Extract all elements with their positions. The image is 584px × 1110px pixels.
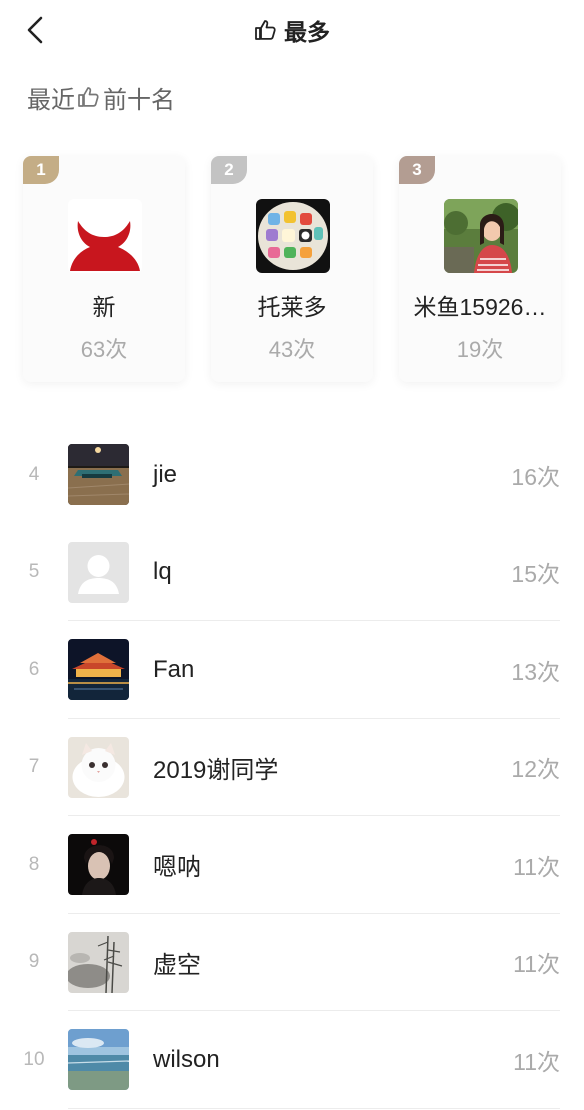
rank-number: 7: [28, 756, 40, 778]
podium-card-3[interactable]: 3 米鱼15926… 19次: [399, 156, 561, 382]
list-item-name: jie: [153, 460, 178, 488]
list-item-name: Fan: [153, 655, 195, 683]
section-title: 最近 前十名: [27, 80, 175, 114]
podium-name: 新: [92, 294, 116, 320]
section-title-suffix: 前十名: [103, 86, 175, 114]
avatar: [68, 736, 129, 798]
divider: [68, 1107, 560, 1109]
list-item-name: 2019谢同学: [153, 756, 279, 784]
list-item[interactable]: 8 嗯呐 11次: [0, 816, 584, 914]
header-bar: 最多: [0, 0, 584, 60]
list-item[interactable]: 5 lq 15次: [0, 524, 584, 621]
top-three-podium: 1 新 63次 2 托莱多 43次 3 米鱼15926… 19次: [0, 156, 584, 386]
rank-number: 9: [28, 951, 40, 973]
section-title-prefix: 最近: [27, 86, 75, 114]
list-item-name: wilson: [153, 1045, 220, 1073]
thumbs-up-icon: [78, 87, 99, 107]
avatar: [68, 834, 129, 895]
list-item-name: 嗯呐: [153, 854, 201, 882]
list-item-count: 12次: [511, 756, 560, 783]
list-item-count: 16次: [511, 463, 560, 490]
rank-number: 10: [23, 1048, 45, 1070]
podium-count: 19次: [456, 337, 504, 362]
list-item-count: 15次: [511, 561, 560, 588]
page-title: 最多: [0, 14, 584, 46]
list-item-count: 11次: [513, 951, 560, 978]
avatar: [68, 639, 129, 700]
rank-number: 6: [28, 658, 40, 680]
podium-count: 63次: [80, 337, 128, 362]
rank-badge: 2: [211, 156, 247, 184]
list-item-name: 虚空: [153, 951, 201, 979]
avatar: [68, 199, 142, 273]
podium-name: 米鱼15926…: [413, 294, 547, 320]
list-item[interactable]: 6 Fan 13次: [0, 621, 584, 719]
rank-badge: 3: [399, 156, 435, 184]
rank-number: 5: [28, 561, 40, 583]
list-item-name: lq: [153, 558, 172, 586]
avatar: [68, 1029, 129, 1090]
list-item[interactable]: 9 虚空 11次: [0, 914, 584, 1011]
list-item-count: 11次: [513, 853, 560, 880]
avatar: [68, 444, 129, 505]
podium-name: 托莱多: [257, 294, 327, 320]
podium-count: 43次: [268, 337, 316, 362]
avatar: [256, 199, 330, 273]
list-item[interactable]: 7 2019谢同学 12次: [0, 719, 584, 816]
thumbs-up-icon: [255, 20, 276, 40]
list-item[interactable]: 10 wilson 11次: [0, 1011, 584, 1109]
list-item-count: 13次: [511, 658, 560, 685]
rank-badge: 1: [23, 156, 59, 184]
page-title-text: 最多: [284, 19, 330, 45]
avatar: [68, 931, 129, 993]
avatar: [68, 541, 129, 603]
ranking-list: 4 jie 16次 5 lq 15次 6 Fan 13次 7 2019谢同学 1…: [0, 426, 584, 1109]
rank-number: 4: [28, 463, 40, 485]
avatar: [444, 199, 518, 273]
podium-card-1[interactable]: 1 新 63次: [23, 156, 185, 382]
list-item-count: 11次: [513, 1048, 560, 1075]
list-item[interactable]: 4 jie 16次: [0, 426, 584, 524]
rank-number: 8: [28, 853, 40, 875]
podium-card-2[interactable]: 2 托莱多 43次: [211, 156, 373, 382]
